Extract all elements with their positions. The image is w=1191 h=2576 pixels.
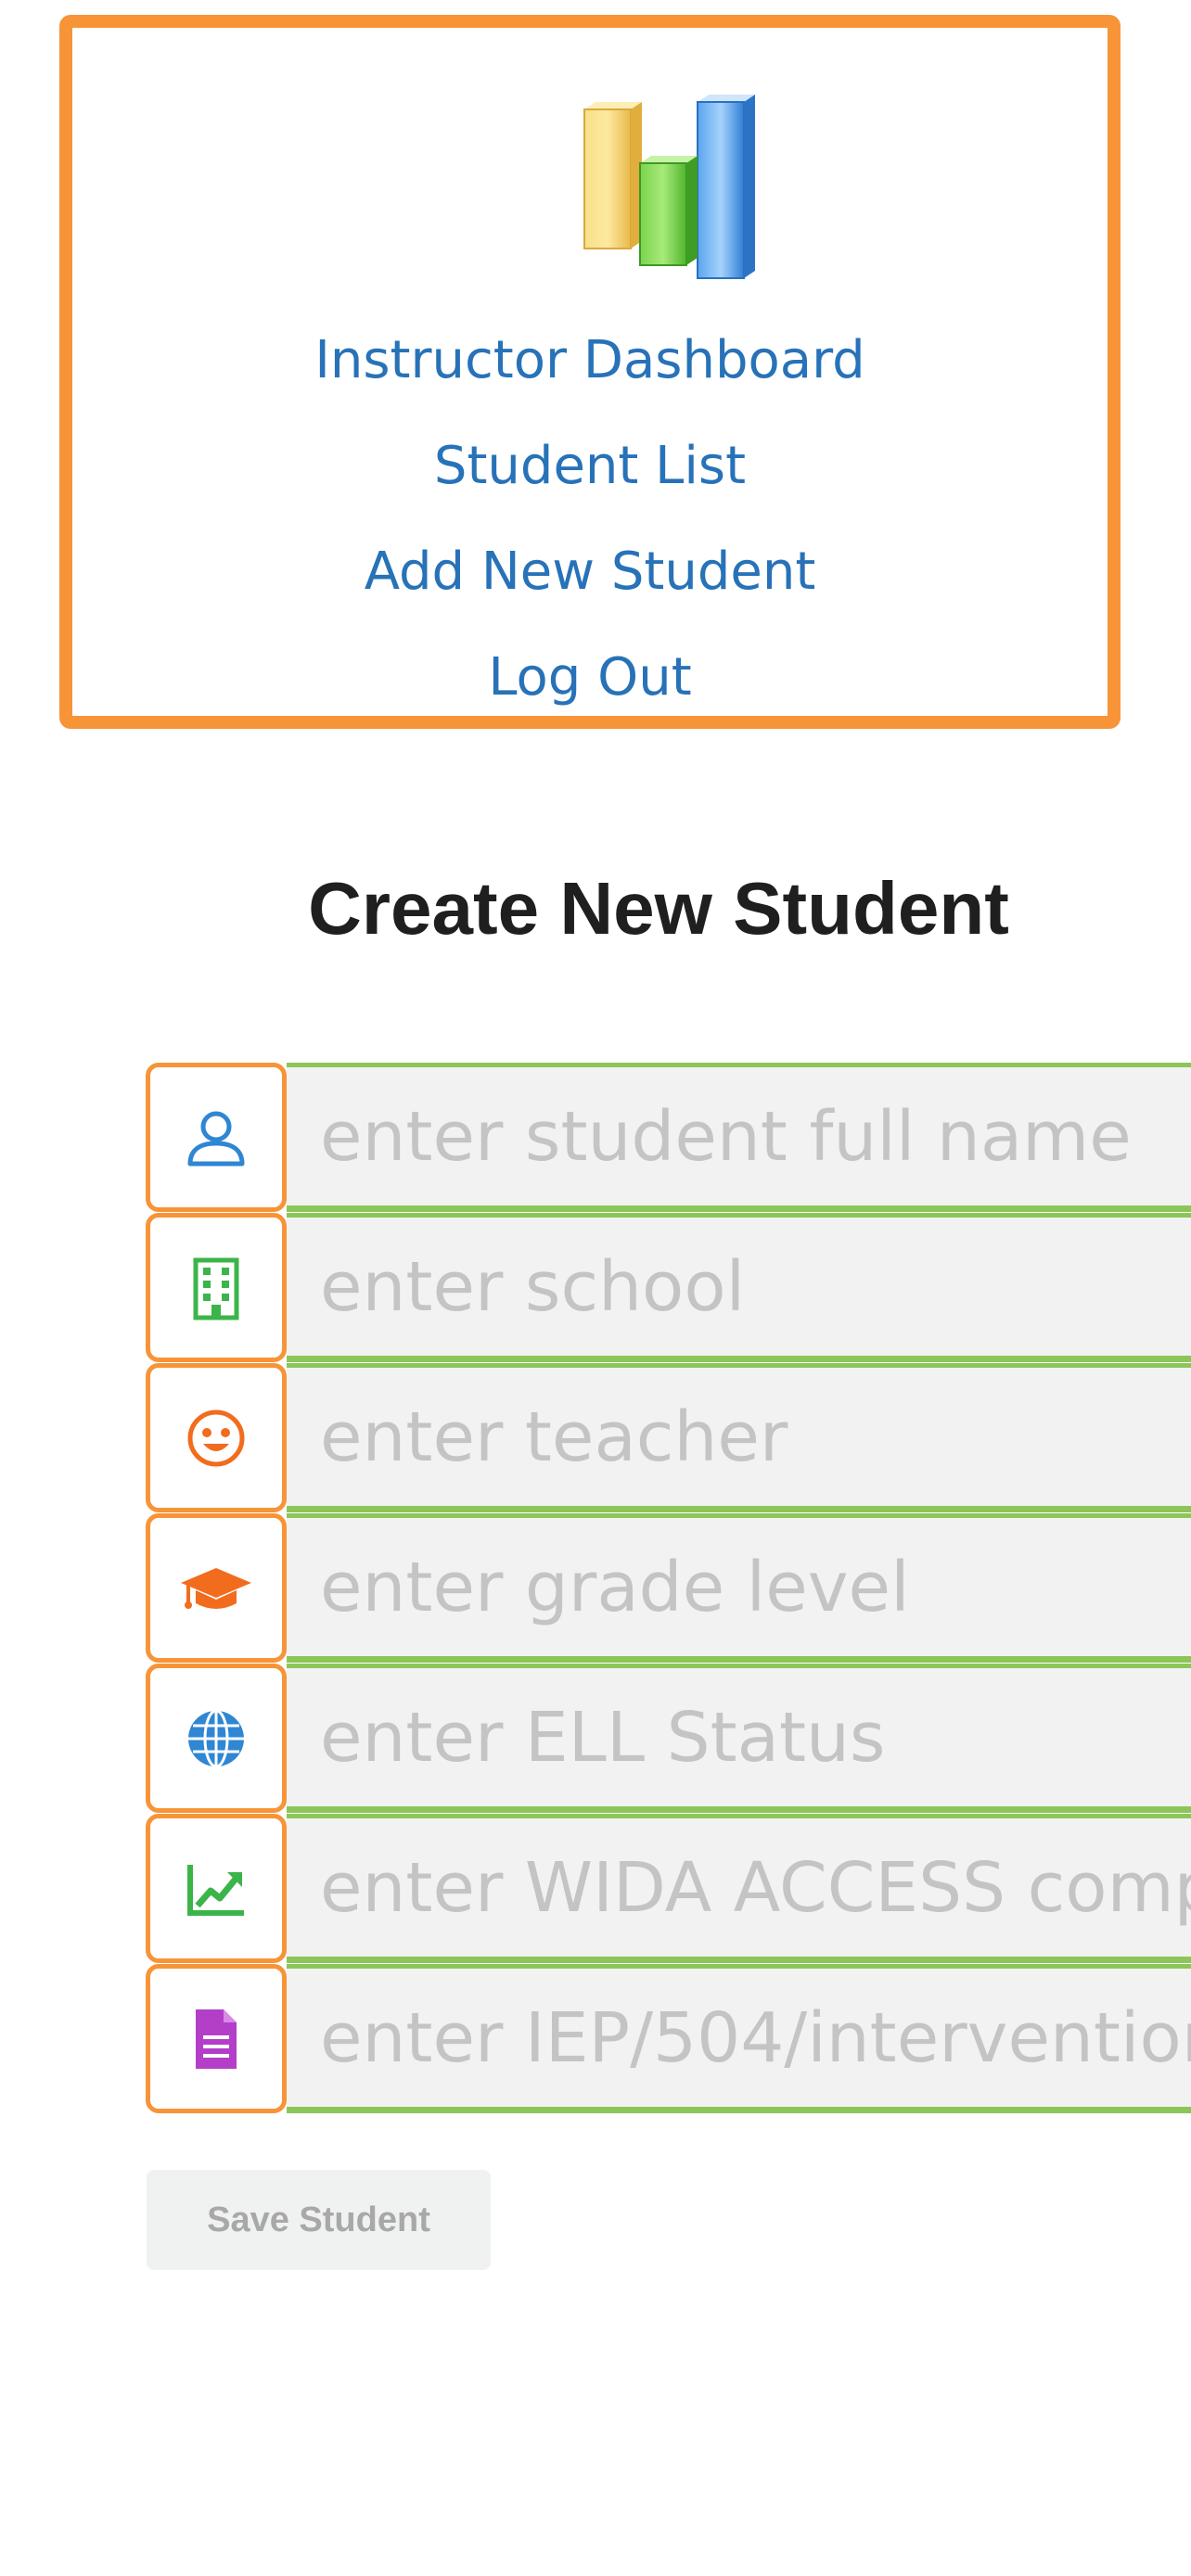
user-icon — [187, 1111, 245, 1166]
globe-icon — [188, 1709, 244, 1767]
graduation-cap-icon — [181, 1567, 251, 1609]
form-row-ell-status — [146, 1664, 1191, 1813]
student-full-name-input[interactable] — [287, 1063, 1191, 1212]
smiley-icon-box — [146, 1363, 287, 1512]
document-icon — [196, 2009, 237, 2069]
user-icon-box — [146, 1063, 287, 1212]
graduation-cap-icon-box — [146, 1513, 287, 1663]
nav-link-instructor-dashboard[interactable]: Instructor Dashboard — [72, 330, 1108, 391]
save-student-button[interactable]: Save Student — [147, 2170, 491, 2270]
school-input[interactable] — [287, 1213, 1191, 1362]
iep-504-intervention-input[interactable] — [287, 1964, 1191, 2113]
globe-icon-box — [146, 1664, 287, 1813]
building-icon-box — [146, 1213, 287, 1362]
nav-link-add-new-student[interactable]: Add New Student — [72, 542, 1108, 603]
grade-level-input[interactable] — [287, 1513, 1191, 1663]
chart-line-icon-box — [146, 1814, 287, 1963]
form-row-wida-access — [146, 1814, 1191, 1963]
form-row-grade-level — [146, 1513, 1191, 1663]
document-icon-box — [146, 1964, 287, 2113]
page-title: Create New Student — [308, 867, 1009, 950]
navigation-panel: Instructor Dashboard Student List Add Ne… — [59, 15, 1121, 729]
nav-link-student-list[interactable]: Student List — [72, 436, 1108, 497]
wida-access-score-input[interactable] — [287, 1814, 1191, 1963]
teacher-input[interactable] — [287, 1363, 1191, 1512]
ell-status-input[interactable] — [287, 1664, 1191, 1813]
building-icon — [193, 1257, 239, 1320]
form-row-full-name — [146, 1063, 1191, 1212]
form-row-school — [146, 1213, 1191, 1362]
bar-chart-icon — [583, 95, 755, 279]
smiley-icon — [187, 1409, 245, 1466]
form-row-iep-504 — [146, 1964, 1191, 2113]
nav-link-log-out[interactable]: Log Out — [72, 647, 1108, 708]
form-row-teacher — [146, 1363, 1191, 1512]
chart-line-icon — [187, 1864, 244, 1916]
